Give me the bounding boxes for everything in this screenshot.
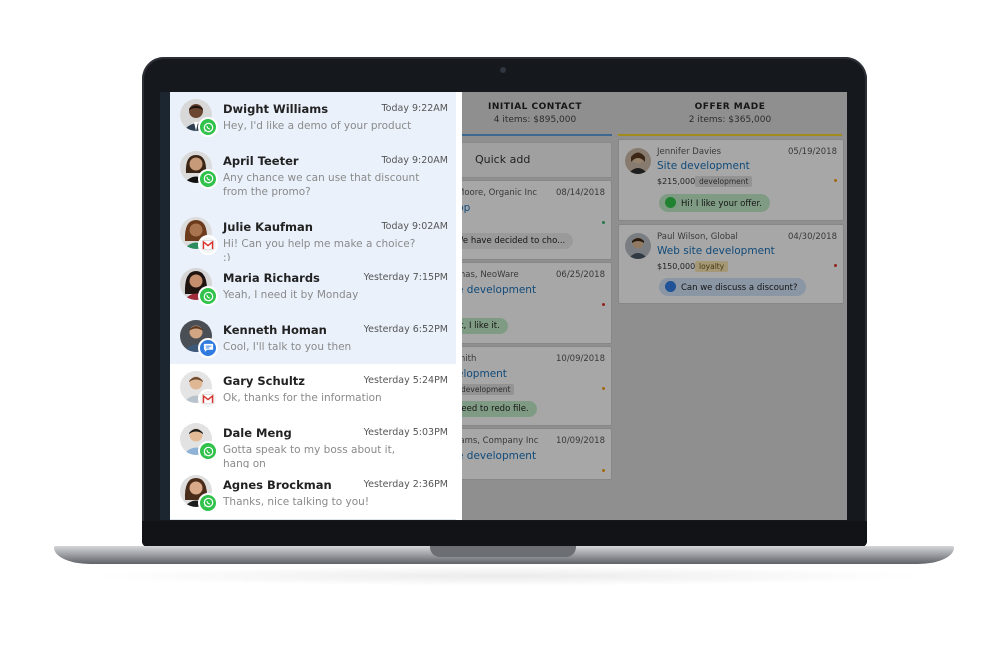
- conversation-item[interactable]: Maria Richards Yesterday 7:15PM Yeah, I …: [170, 261, 456, 314]
- contact-name: Dwight Williams: [223, 102, 329, 116]
- contact-name: Maria Richards: [223, 271, 320, 286]
- message-preview: Ok, thanks for the information: [223, 392, 382, 405]
- whatsapp-icon: [198, 441, 218, 461]
- conversation-item[interactable]: Dale Meng Yesterday 5:03PM Gotta speak t…: [170, 416, 456, 470]
- whatsapp-icon: [198, 168, 218, 189]
- contact-name: Julie Kaufman: [223, 219, 313, 234]
- message-time: Today 9:20AM: [381, 154, 448, 166]
- message-preview: Thanks, nice talking to you!: [223, 495, 370, 508]
- message-time: Yesterday 5:24PM: [363, 375, 448, 387]
- contact-name: Kenneth Homan: [223, 322, 327, 337]
- message-time: Yesterday 7:15PM: [363, 272, 448, 284]
- contact-name: Agnes Brockman: [223, 477, 332, 492]
- whatsapp-icon: [198, 117, 218, 137]
- conversation-item[interactable]: Dwight Williams Today 9:22AM Hey, I'd li…: [170, 92, 456, 145]
- message-preview: Any chance we can use that discount from…: [223, 171, 420, 198]
- conversation-item[interactable]: Gary Schultz Yesterday 5:24PM Ok, thanks…: [170, 364, 456, 417]
- message-preview: Cool, I'll talk to you then: [223, 340, 352, 353]
- contact-name: Dale Meng: [223, 426, 292, 440]
- conversation-item[interactable]: April Teeter Today 9:20AM Any chance we …: [170, 143, 456, 211]
- laptop-notch: [430, 546, 576, 557]
- camera: [500, 67, 506, 73]
- gmail-icon: [198, 234, 218, 255]
- message-time: Today 9:22AM: [381, 103, 448, 114]
- message-preview: Yeah, I need it by Monday: [223, 289, 359, 302]
- message-preview: Hey, I'd like a demo of your product: [223, 120, 412, 132]
- screen-bezel-bottom: [142, 521, 867, 547]
- conversation-list: Dwight Williams Today 9:22AM Hey, I'd li…: [170, 92, 462, 520]
- conversation-item[interactable]: Agnes Brockman Yesterday 2:36PM Thanks, …: [170, 467, 456, 520]
- laptop-lid: INITIAL CONTACT 4 items: $895,000 OFFER …: [142, 57, 867, 547]
- whatsapp-icon: [198, 492, 218, 513]
- laptop-screen: INITIAL CONTACT 4 items: $895,000 OFFER …: [160, 92, 847, 520]
- conversation-item[interactable]: Julie Kaufman Today 9:02AM Hi! Can you h…: [170, 209, 456, 264]
- contact-name: April Teeter: [223, 153, 299, 168]
- message-time: Yesterday 5:03PM: [363, 427, 448, 438]
- whatsapp-icon: [198, 286, 218, 307]
- conversation-item[interactable]: Kenneth Homan Yesterday 6:52PM Cool, I'l…: [170, 312, 456, 366]
- contact-name: Gary Schultz: [223, 374, 305, 389]
- message-time: Today 9:02AM: [381, 220, 448, 232]
- message-time: Yesterday 2:36PM: [363, 478, 448, 490]
- laptop-shadow: [80, 566, 930, 586]
- gmail-icon: [198, 389, 218, 410]
- chat-icon: [198, 337, 218, 358]
- message-time: Yesterday 6:52PM: [363, 323, 448, 335]
